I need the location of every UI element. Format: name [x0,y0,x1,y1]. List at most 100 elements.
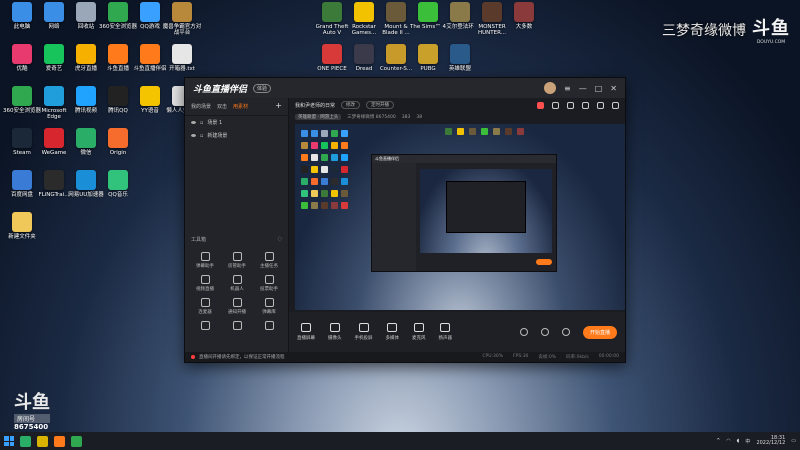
notification-center-icon[interactable]: ▭ [791,438,796,444]
app-title-bar[interactable]: 斗鱼直播伴侣 体验 ≡ — □ ✕ [185,78,625,98]
network-icon[interactable]: ◠ [726,438,730,444]
tool-item[interactable]: 通知开播 [221,298,253,315]
desktop-icon[interactable]: 英雄联盟 [440,44,480,72]
preview-desktop-icon [301,130,308,137]
notification-icon[interactable] [537,101,544,109]
user-avatar[interactable] [544,82,557,94]
app-icon [140,86,160,106]
schedule-button[interactable]: 定时开播 [366,101,395,109]
lock-icon[interactable]: ▫ [200,133,203,139]
lock-icon[interactable] [552,101,559,109]
desktop-icon[interactable]: 新建文件夹 [2,212,42,240]
tab-double[interactable]: 双击 [217,103,227,110]
stream-preview[interactable]: 斗鱼直播伴侣 [295,124,625,310]
app-icon [386,2,406,22]
taskbar-app-icon[interactable] [71,435,82,447]
tool-item[interactable]: 连麦器 [189,298,221,315]
scene-item[interactable]: ▫ 新建场景 [185,129,288,142]
taskbar-app-icon[interactable] [20,435,31,447]
streamer-watermark: 三梦奇缘微博 斗鱼 DOUYU.COM [662,14,790,45]
volume-icon[interactable]: ◖ [737,438,740,444]
nested-companion-window: 斗鱼直播伴侣 [371,154,557,272]
nested-start-button [536,259,552,265]
source-button[interactable]: 手机投屏 [355,323,373,341]
tool-item[interactable]: 视频直播 [189,275,221,292]
menu-icon[interactable]: ≡ [564,84,571,93]
source-button[interactable]: 麦克风 [412,323,426,341]
app-icon [108,2,128,22]
app-logo: 斗鱼直播伴侣 [193,84,248,95]
tool-icon [232,275,242,284]
ime-icon[interactable]: 中 [745,438,750,445]
clock[interactable]: 18:31 2022/12/12 [756,435,785,447]
source-icon [413,323,424,332]
minimize-icon[interactable]: — [579,84,587,93]
version-badge[interactable]: 体验 [253,83,272,93]
desktop: 此电脑 网络 回收站 360安全浏览器 QQ游戏 魔兽争霸官方对战平台 优酷 爱奇艺 虎牙直播斗… [0,0,800,432]
desktop-icon-label: 艾尔登法环 [446,24,474,30]
tool-item[interactable] [189,321,221,332]
source-icon [301,323,311,332]
taskbar-app-icon[interactable] [37,435,48,447]
status-text[interactable]: 直播间开播请先绑定，以保证正常开播流程 [199,354,285,360]
tab-materials[interactable]: 用素材 [233,103,248,110]
record-icon[interactable] [540,328,549,336]
desktop-icon[interactable]: 魔兽争霸官方对战平台 [162,2,202,37]
app-icon [12,212,32,232]
tool-item[interactable]: 弹幕助手 [189,252,221,269]
desktop-icon-label: 虎牙直播 [74,66,97,72]
window-controls: ≡ — □ ✕ [544,82,617,94]
start-live-button[interactable]: 开始直播 [582,325,617,339]
douyu-logo-text: 斗鱼 [752,18,790,39]
desktop-icon-label: 新建文件夹 [8,234,36,240]
maximize-icon[interactable]: □ [595,84,603,93]
room-number: 8675400 [14,423,49,431]
desktop-icon-label: 网络 [48,24,60,30]
tool-item[interactable]: 主播任务 [253,252,285,269]
tool-icon [264,275,274,284]
taskbar-app-icon[interactable] [54,435,65,447]
eye-icon[interactable] [191,134,196,137]
windows-start-icon[interactable] [4,436,14,446]
lock-icon[interactable]: ▫ [200,120,203,126]
tab-my-scenes[interactable]: 我的场景 [191,103,211,110]
screen-icon[interactable] [567,101,574,109]
camera-icon[interactable] [519,328,528,336]
chevron-up-icon[interactable]: ^ [716,438,720,444]
source-button[interactable]: 直播屏幕 [297,323,315,341]
desktop-icon-label: 魔兽争霸官方对战平台 [162,24,202,37]
tool-item[interactable]: 弹幕库 [253,298,285,315]
app-icon [76,128,96,148]
app-icon [108,86,128,106]
preview-desktop-icon [517,128,524,135]
eye-icon[interactable] [191,121,196,124]
toolbox-more-icon[interactable]: ◌ [278,236,282,243]
tool-item[interactable]: 房管助手 [221,252,253,269]
desktop-icon[interactable]: 开箱器.txt [162,44,202,72]
tool-label: 通知开播 [228,310,246,315]
tool-item[interactable] [221,321,253,332]
category-chip[interactable]: 英雄联盟 · 网游上头 [295,114,342,120]
source-button[interactable]: 多媒体 [386,323,399,341]
desktop-icon[interactable]: 大多数 [504,2,544,30]
tool-item[interactable]: 投票助手 [253,275,285,292]
add-icon[interactable]: + [275,102,282,110]
desktop-icon[interactable]: QQ音乐 [98,170,138,198]
source-label: 手机投屏 [354,336,373,341]
live-companion-window[interactable]: 斗鱼直播伴侣 体验 ≡ — □ ✕ 我的场景 双击 用素材 + ▫ 场景 1 ▫… [184,77,626,363]
scene-item[interactable]: ▫ 场景 1 [185,116,288,129]
source-button[interactable]: 摄像头 [328,323,342,341]
preview-desktop-icon [321,190,328,197]
preview-desktop-icon [331,142,338,149]
message-icon[interactable] [582,101,589,109]
desktop-icon[interactable]: Origin [98,128,138,156]
source-button[interactable]: 扬声器 [439,323,452,341]
tool-item[interactable]: 机器人 [221,275,253,292]
settings-icon[interactable] [561,328,570,336]
edit-title-button[interactable]: 修改 [341,101,361,109]
tool-item[interactable] [253,321,285,332]
share-icon[interactable] [612,101,619,109]
close-icon[interactable]: ✕ [610,84,617,93]
bell-icon[interactable] [597,101,604,109]
preview-desktop-icon [311,142,318,149]
